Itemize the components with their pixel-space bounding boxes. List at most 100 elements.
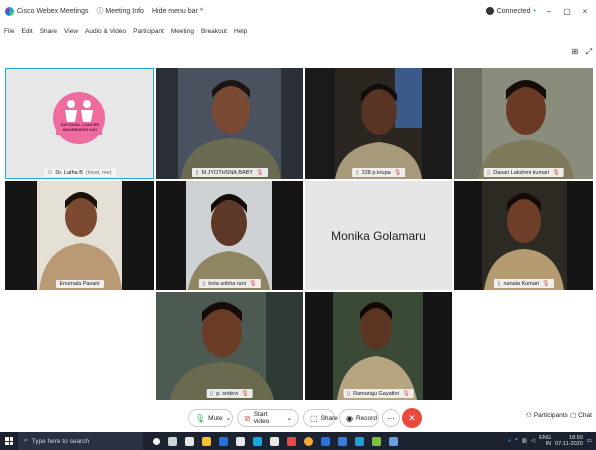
participant-name: nanala Kumari: [503, 280, 539, 287]
participant-video: [305, 68, 452, 179]
participant-video: [454, 181, 593, 290]
window-controls: Connected • – ▢ ×: [485, 0, 590, 22]
share-icon: ⬚: [310, 413, 318, 423]
mute-button[interactable]: 🎙 Mute ⌄: [188, 409, 233, 427]
share-button[interactable]: ⬚ Share: [303, 409, 338, 427]
menu-audio-video[interactable]: Audio & Video: [85, 28, 126, 35]
app-icon[interactable]: [372, 436, 381, 446]
edge-icon[interactable]: [219, 436, 228, 446]
participants-button[interactable]: ⚇ Participants: [526, 411, 568, 420]
participant-name: Monika Golamaru: [305, 181, 452, 290]
participant-name: kota sobha rani: [208, 280, 247, 287]
hide-menu-bar-label: Hide menu bar: [151, 7, 198, 15]
mail-icon[interactable]: [236, 436, 245, 446]
video-tile[interactable]: ▯ p. sridevi 🎙: [156, 292, 303, 400]
grid-layout-icon[interactable]: ⊞: [570, 47, 580, 57]
connection-icon: [485, 7, 494, 15]
minimize-button[interactable]: –: [544, 7, 554, 16]
video-tile[interactable]: ▯ Dasari Lakshmi kumari 🎙: [454, 68, 593, 179]
video-tile[interactable]: ▯ kota sobha rani 🎙: [156, 181, 303, 290]
video-tile[interactable]: ▯ M.JYOTHSNA BABY 🎙: [156, 68, 303, 179]
cortana-icon[interactable]: [153, 437, 160, 445]
chevron-down-icon: ⌄: [286, 415, 292, 422]
record-label: Record: [355, 414, 377, 422]
chevron-up-icon[interactable]: ^: [515, 438, 518, 444]
volume-icon[interactable]: ◁: [531, 438, 535, 444]
menu-breakout[interactable]: Breakout: [201, 28, 227, 35]
participants-label: Participants: [533, 411, 568, 419]
app-icon[interactable]: [270, 436, 279, 446]
video-tile[interactable]: Enumala Pavani: [5, 181, 154, 290]
participant-video: [305, 292, 452, 400]
mic-muted-icon: 🎙: [249, 281, 257, 287]
participant-name-tag: ▯ nanala Kumari 🎙: [493, 279, 554, 288]
search-icon: ⌕: [24, 437, 28, 444]
participant-name-tag: ▯ kota sobha rani 🎙: [198, 279, 261, 288]
video-tile[interactable]: Monika Golamaru: [305, 181, 452, 290]
more-options-button[interactable]: ···: [382, 409, 400, 427]
participant-video: [5, 181, 154, 290]
menu-view[interactable]: View: [64, 28, 78, 35]
app-icon[interactable]: [287, 436, 296, 446]
app-icon[interactable]: [355, 436, 364, 446]
system-tray: ● ^ ▥ ◁ ENG IN 18:50 07-11-2020 ▭: [508, 432, 592, 450]
mute-label: Mute: [208, 414, 223, 422]
participant-name-tag: ▯ p. sridevi 🎙: [206, 389, 253, 398]
mic-muted-icon: 🎙: [402, 391, 410, 397]
store-icon[interactable]: [185, 436, 194, 446]
chevron-up-icon: ^: [199, 7, 204, 15]
video-off-icon: ⊘: [244, 413, 251, 423]
expand-icon[interactable]: ⤢: [584, 47, 594, 57]
participant-name-tag: ▯ 228 p.krupa 🎙: [351, 168, 406, 177]
menu-meeting[interactable]: Meeting: [171, 28, 194, 35]
chrome-icon[interactable]: [304, 436, 313, 446]
record-button[interactable]: ◉ Record: [339, 409, 379, 427]
network-icon[interactable]: ▥: [522, 438, 527, 444]
chat-button[interactable]: ▢ Chat: [570, 411, 592, 420]
hang-up-icon: ✕: [408, 412, 416, 423]
menu-share[interactable]: Share: [40, 28, 57, 35]
video-tile[interactable]: NATIONAL CANCER AWARENESS DAY ⚇ Dr. Lath…: [5, 68, 154, 179]
maximize-button[interactable]: ▢: [562, 7, 572, 16]
end-call-button[interactable]: ✕: [402, 408, 422, 428]
menu-edit[interactable]: Edit: [21, 28, 32, 35]
participants-icon: ⚇: [526, 412, 532, 419]
chat-icon: ▢: [570, 412, 577, 419]
participant-name: p. sridevi: [216, 390, 239, 397]
chat-label: Chat: [578, 411, 592, 419]
meeting-info-button[interactable]: ⓘ Meeting Info: [96, 6, 143, 16]
hide-menu-bar-button[interactable]: Hide menu bar ^: [152, 8, 203, 15]
webex-meeting-window: Cisco Webex Meetings ⓘ Meeting Info Hide…: [0, 0, 596, 450]
connection-status[interactable]: Connected •: [485, 7, 536, 15]
clock[interactable]: 18:50 07-11-2020: [555, 435, 583, 447]
onedrive-icon[interactable]: ●: [508, 438, 511, 444]
mic-muted-icon: 🎙: [552, 170, 560, 176]
app-icon[interactable]: [321, 436, 330, 446]
participant-role: (Host, me): [85, 170, 112, 176]
share-label: Share: [320, 414, 338, 422]
connection-label: Connected: [496, 7, 531, 15]
webex-icon[interactable]: [253, 436, 262, 446]
video-tile[interactable]: ▯ nanala Kumari 🎙: [454, 181, 593, 290]
notifications-icon[interactable]: ▭: [587, 438, 592, 444]
video-tile[interactable]: ▯ 228 p.krupa 🎙: [305, 68, 452, 179]
start-button[interactable]: [0, 432, 18, 450]
word-icon[interactable]: [338, 436, 347, 446]
title-bar: Cisco Webex Meetings ⓘ Meeting Info Hide…: [0, 0, 596, 22]
mic-muted-icon: 🎙: [241, 391, 249, 397]
language-indicator[interactable]: ENG IN: [539, 435, 551, 447]
menu-file[interactable]: File: [4, 28, 14, 35]
search-placeholder: Type here to search: [31, 437, 90, 445]
menu-participant[interactable]: Participant: [133, 28, 164, 35]
file-explorer-icon[interactable]: [202, 436, 211, 446]
close-button[interactable]: ×: [580, 7, 590, 16]
task-view-icon[interactable]: [168, 436, 177, 446]
start-video-button[interactable]: ⊘ Start video ⌄: [237, 409, 299, 427]
menu-help[interactable]: Help: [234, 28, 247, 35]
webex-logo-icon: [5, 6, 14, 16]
app-icon[interactable]: [389, 436, 398, 446]
participant-video: [156, 292, 303, 400]
participant-name-tag: ⚇ Dr. Latha B (Host, me): [43, 169, 116, 177]
video-tile[interactable]: ▯ Ramaraju Gayathri 🎙: [305, 292, 452, 400]
taskbar-search[interactable]: ⌕ Type here to search: [18, 432, 143, 450]
